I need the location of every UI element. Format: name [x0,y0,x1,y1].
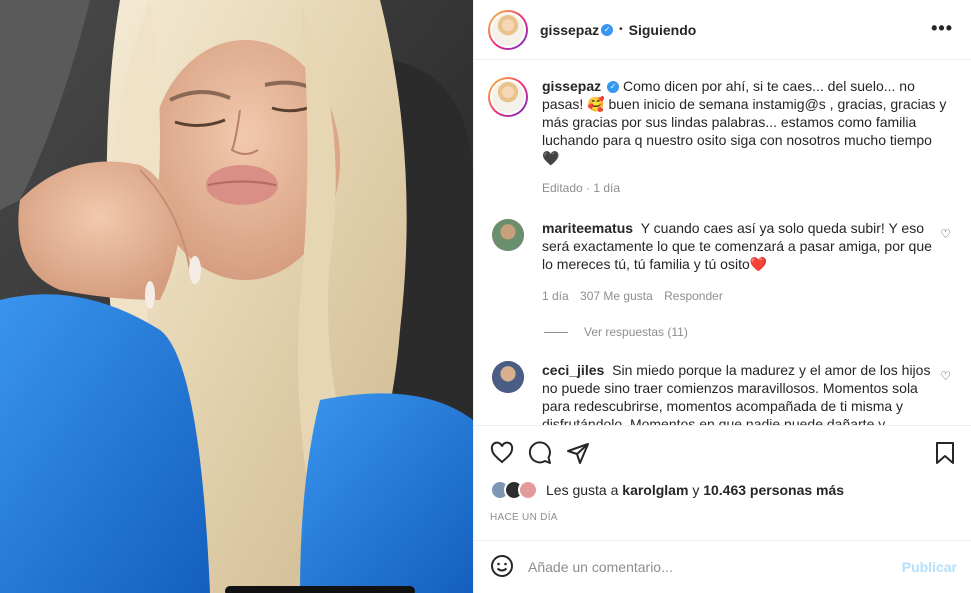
more-options-icon[interactable]: ••• [931,18,953,39]
selfie-illustration [0,0,473,593]
view-replies-label: Ver respuestas (11) [584,325,688,339]
post-actions: Les gusta a karolglam y 10.463 personas … [474,425,971,540]
caption-username[interactable]: gissepaz [542,78,601,94]
save-icon[interactable] [933,441,957,465]
verified-badge-icon: ✓ [607,81,620,94]
post-viewer: gissepaz ✓ • Siguiendo ••• gissepaz ✓ Com… [0,0,971,593]
view-replies[interactable]: Ver respuestas (11) [544,325,957,339]
post-photo[interactable] [0,0,473,593]
post-header: gissepaz ✓ • Siguiendo ••• [474,0,971,60]
post-timestamp[interactable]: HACE UN DÍA [490,512,957,523]
author-avatar[interactable] [488,9,528,50]
comment-username[interactable]: mariteematus [542,220,633,236]
small-heart-icon[interactable]: ♡ [940,369,951,383]
header-separator: • [619,24,623,35]
likes-prefix: Les gusta a [546,482,619,498]
publish-button[interactable]: Publicar [902,559,957,575]
author-username[interactable]: gissepaz [540,22,599,38]
reply-button[interactable]: Responder [664,289,723,303]
comment-input[interactable] [528,559,902,575]
likes-count[interactable]: 10.463 personas más [703,482,844,498]
add-comment-bar: Publicar [474,540,971,593]
comment-likes[interactable]: 307 Me gusta [580,289,653,303]
caption-text: Como dicen por ahí, si te caes... del su… [542,78,947,166]
caption-avatar[interactable] [488,77,528,117]
small-heart-icon[interactable]: ♡ [940,227,951,241]
post-side-panel: gissepaz ✓ • Siguiendo ••• gissepaz ✓ Com… [473,0,971,593]
following-button[interactable]: Siguiendo [629,22,697,38]
emoji-icon[interactable] [490,554,514,581]
photo-caption-bar [225,586,415,593]
comment-username[interactable]: ceci_jiles [542,362,604,378]
likes-summary: Les gusta a karolglam y 10.463 personas … [490,480,957,500]
share-icon[interactable] [566,441,590,465]
action-icons [490,440,957,466]
comment-item: mariteematus Y cuando caes así ya solo q… [488,219,957,305]
comments-list[interactable]: gissepaz ✓ Como dicen por ahí, si te caes… [474,61,971,425]
verified-badge-icon: ✓ [601,23,614,36]
commenter-avatar[interactable] [492,219,524,251]
comment-meta: 1 día 307 Me gusta Responder [542,287,942,305]
comment-time: 1 día [542,289,569,303]
caption: gissepaz ✓ Como dicen por ahí, si te caes… [488,77,957,197]
liker-username[interactable]: karolglam [622,482,688,498]
like-icon[interactable] [490,441,514,465]
likes-joiner: y [692,482,700,498]
comment-item: ceci_jiles Sin miedo porque la madurez y… [488,361,957,425]
caption-meta: Editado · 1 día [542,181,621,195]
comment-icon[interactable] [528,441,552,465]
replies-line [544,331,568,333]
commenter-avatar[interactable] [492,361,524,393]
liker-avatars[interactable] [490,480,538,500]
